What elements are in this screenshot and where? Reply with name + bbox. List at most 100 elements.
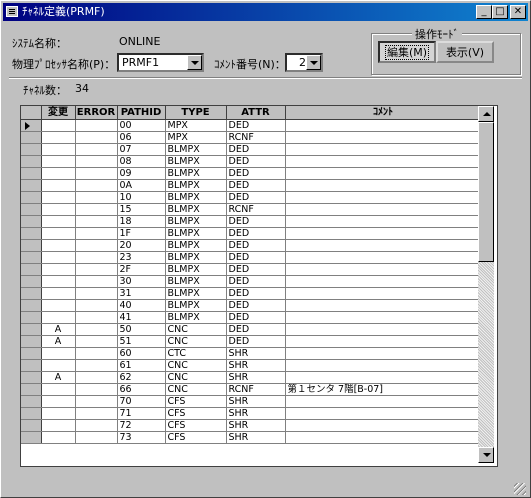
error-cell[interactable] (75, 287, 118, 300)
error-cell[interactable] (75, 179, 118, 192)
type-cell[interactable]: CFS (165, 407, 227, 420)
error-cell[interactable] (75, 323, 118, 336)
comment-cell[interactable] (285, 179, 482, 192)
change-cell[interactable] (41, 407, 76, 420)
type-cell[interactable]: CNC (165, 383, 227, 396)
attr-cell[interactable]: RCNF (226, 203, 286, 216)
resize-grip[interactable] (514, 483, 526, 495)
change-cell[interactable] (41, 215, 76, 228)
pathid-cell[interactable]: 50 (117, 323, 166, 336)
table-row[interactable]: 18 BLMPX DED (21, 215, 482, 228)
table-row[interactable]: 41 BLMPX DED (21, 311, 482, 324)
vertical-scrollbar[interactable] (478, 106, 494, 463)
pathid-cell[interactable]: 31 (117, 287, 166, 300)
attr-cell[interactable]: DED (226, 143, 286, 156)
change-cell[interactable] (41, 419, 76, 432)
error-cell[interactable] (75, 155, 118, 168)
pathid-cell[interactable]: 20 (117, 239, 166, 252)
row-selector[interactable] (21, 407, 42, 420)
error-cell[interactable] (75, 191, 118, 204)
row-selector[interactable] (21, 275, 42, 288)
close-button[interactable]: ✕ (510, 5, 526, 19)
table-row[interactable]: 72 CFS SHR (21, 419, 482, 432)
comment-cell[interactable] (285, 167, 482, 180)
table-row[interactable]: 06 MPX RCNF (21, 131, 482, 144)
app-icon[interactable] (6, 6, 18, 17)
error-cell[interactable] (75, 419, 118, 432)
type-cell[interactable]: CTC (165, 347, 227, 360)
table-row[interactable]: 07 BLMPX DED (21, 143, 482, 156)
type-cell[interactable]: BLMPX (165, 239, 227, 252)
error-cell[interactable] (75, 275, 118, 288)
change-cell[interactable] (41, 431, 76, 444)
attr-cell[interactable]: DED (226, 191, 286, 204)
attr-cell[interactable]: DED (226, 227, 286, 240)
error-cell[interactable] (75, 143, 118, 156)
comment-cell[interactable] (285, 155, 482, 168)
error-cell[interactable] (75, 131, 118, 144)
row-selector[interactable] (21, 395, 42, 408)
change-cell[interactable] (41, 227, 76, 240)
pathid-cell[interactable]: 30 (117, 275, 166, 288)
change-cell[interactable] (41, 263, 76, 276)
change-cell[interactable] (41, 311, 76, 324)
type-cell[interactable]: CFS (165, 431, 227, 444)
attr-cell[interactable]: DED (226, 335, 286, 348)
comment-cell[interactable] (285, 311, 482, 324)
pathid-cell[interactable]: 41 (117, 311, 166, 324)
pathid-cell[interactable]: 06 (117, 131, 166, 144)
pathid-cell[interactable]: 66 (117, 383, 166, 396)
row-selector[interactable] (21, 371, 42, 384)
type-cell[interactable]: BLMPX (165, 227, 227, 240)
comment-cell[interactable] (285, 275, 482, 288)
row-selector[interactable] (21, 311, 42, 324)
pathid-cell[interactable]: 71 (117, 407, 166, 420)
error-cell[interactable] (75, 347, 118, 360)
change-cell[interactable] (41, 203, 76, 216)
type-cell[interactable]: MPX (165, 119, 227, 132)
table-row[interactable]: 71 CFS SHR (21, 407, 482, 420)
error-cell[interactable] (75, 395, 118, 408)
row-selector[interactable] (21, 155, 42, 168)
edit-mode-button[interactable]: 編集(M) (378, 41, 436, 63)
row-selector[interactable] (21, 419, 42, 432)
comment-cell[interactable] (285, 347, 482, 360)
change-cell[interactable] (41, 299, 76, 312)
attr-cell[interactable]: SHR (226, 371, 286, 384)
column-header-comment[interactable]: ｺﾒﾝﾄ (285, 106, 482, 120)
table-row[interactable]: 20 BLMPX DED (21, 239, 482, 252)
table-row[interactable]: 10 BLMPX DED (21, 191, 482, 204)
column-header-type[interactable]: TYPE (165, 106, 227, 120)
pathid-cell[interactable]: 07 (117, 143, 166, 156)
row-selector[interactable] (21, 299, 42, 312)
table-row[interactable]: 31 BLMPX DED (21, 287, 482, 300)
attr-cell[interactable]: DED (226, 179, 286, 192)
column-header-attr[interactable]: ATTR (226, 106, 286, 120)
pathid-cell[interactable]: 15 (117, 203, 166, 216)
error-cell[interactable] (75, 371, 118, 384)
error-cell[interactable] (75, 239, 118, 252)
pathid-cell[interactable]: 70 (117, 395, 166, 408)
type-cell[interactable]: BLMPX (165, 191, 227, 204)
error-cell[interactable] (75, 251, 118, 264)
chevron-down-icon[interactable] (306, 55, 321, 70)
table-row[interactable]: A 51 CNC DED (21, 335, 482, 348)
table-row[interactable]: 40 BLMPX DED (21, 299, 482, 312)
attr-cell[interactable]: SHR (226, 431, 286, 444)
maximize-button[interactable]: □ (492, 5, 508, 19)
comment-cell[interactable] (285, 203, 482, 216)
type-cell[interactable]: BLMPX (165, 287, 227, 300)
type-cell[interactable]: BLMPX (165, 167, 227, 180)
scroll-down-button[interactable] (478, 447, 494, 463)
table-row[interactable]: 60 CTC SHR (21, 347, 482, 360)
error-cell[interactable] (75, 383, 118, 396)
comment-cell[interactable]: 第１センタ 7階[B-07] (285, 383, 482, 396)
error-cell[interactable] (75, 215, 118, 228)
row-selector[interactable] (21, 251, 42, 264)
scroll-up-button[interactable] (478, 106, 494, 122)
comment-cell[interactable] (285, 227, 482, 240)
row-selector[interactable] (21, 239, 42, 252)
row-selector[interactable] (21, 215, 42, 228)
table-row[interactable]: 61 CNC SHR (21, 359, 482, 372)
attr-cell[interactable]: DED (226, 119, 286, 132)
